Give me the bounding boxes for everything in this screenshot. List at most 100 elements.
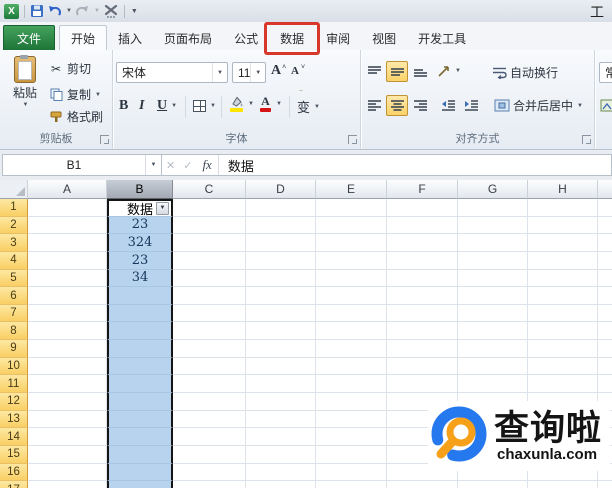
row-header-5[interactable]: 5 [0,269,28,288]
align-bottom-button[interactable] [409,61,431,82]
cell-A11[interactable] [28,375,107,394]
cell-F8[interactable] [387,322,458,341]
cell-A8[interactable] [28,322,107,341]
redo-icon[interactable] [75,2,90,20]
cell-D2[interactable] [246,216,316,235]
formula-input-area[interactable]: ✕ ✓ fx 数据 [162,154,612,176]
number-format-select[interactable]: 常 [599,62,612,83]
cell-A15[interactable] [28,445,107,464]
cell-D17[interactable] [246,481,316,488]
cell-H2[interactable] [528,216,598,235]
column-header-B[interactable]: B [107,180,173,199]
cell-H6[interactable] [528,287,598,305]
tab-review[interactable]: 审阅 [315,27,361,50]
cell-F3[interactable] [387,234,458,252]
cell-B4[interactable]: 23 [107,251,173,270]
cell-H9[interactable] [528,340,598,358]
cell-E12[interactable] [316,393,387,411]
row-header-2[interactable]: 2 [0,216,28,235]
column-header-partial[interactable] [598,180,612,199]
decrease-indent-button[interactable] [437,95,459,116]
cell-A16[interactable] [28,463,107,482]
cell-D10[interactable] [246,357,316,376]
cell-A6[interactable] [28,287,107,305]
cell-D6[interactable] [246,287,316,305]
insert-function-icon[interactable]: fx [196,157,217,173]
orientation-button[interactable]: ▼ [437,64,461,78]
cell-C9[interactable] [173,340,246,358]
cell-A3[interactable] [28,234,107,252]
cell-filler-6[interactable] [598,287,612,305]
column-header-E[interactable]: E [316,180,387,199]
increase-indent-button[interactable] [460,95,482,116]
cell-E16[interactable] [316,463,387,482]
undo-dropdown-icon[interactable]: ▼ [66,8,72,14]
copy-button[interactable]: 复制 ▼ [48,86,101,103]
cell-D3[interactable] [246,234,316,252]
cell-filler-4[interactable] [598,252,612,270]
tab-home[interactable]: 开始 [59,25,108,51]
cell-F1[interactable] [387,199,458,217]
cell-A7[interactable] [28,304,107,323]
cell-E15[interactable] [316,445,387,464]
cell-C10[interactable] [173,357,246,376]
row-header-13[interactable]: 13 [0,410,28,429]
cell-A9[interactable] [28,340,107,358]
tab-view[interactable]: 视图 [361,27,407,50]
font-size-select[interactable]: 11 ▼ [232,62,266,83]
cell-C13[interactable] [173,410,246,429]
tools-icon[interactable] [103,2,119,20]
cell-G2[interactable] [458,216,528,235]
cell-filler-2[interactable] [598,217,612,235]
cell-D15[interactable] [246,445,316,464]
cell-C15[interactable] [173,445,246,464]
tab-file[interactable]: 文件 [3,25,56,50]
format-painter-button[interactable]: 格式刷 [48,108,103,125]
cell-G4[interactable] [458,251,528,270]
align-right-button[interactable] [409,95,431,116]
cell-D12[interactable] [246,393,316,411]
cell-C12[interactable] [173,393,246,411]
row-header-16[interactable]: 16 [0,463,28,482]
align-middle-button[interactable] [386,61,408,82]
cell-G3[interactable] [458,234,528,252]
cell-A5[interactable] [28,269,107,288]
cell-H8[interactable] [528,322,598,341]
cell-B7[interactable] [107,304,173,323]
wrap-text-button[interactable]: 自动换行 [491,64,558,81]
row-header-3[interactable]: 3 [0,234,28,252]
cell-E14[interactable] [316,428,387,446]
cell-E5[interactable] [316,269,387,288]
borders-button[interactable]: ▼ [193,100,216,112]
cell-C16[interactable] [173,463,246,482]
cell-G9[interactable] [458,340,528,358]
cell-filler-17[interactable] [598,481,612,488]
cell-F9[interactable] [387,340,458,358]
cell-E10[interactable] [316,357,387,376]
cell-F5[interactable] [387,269,458,288]
cell-filler-11[interactable] [598,375,612,394]
cell-A12[interactable] [28,393,107,411]
cell-B11[interactable] [107,375,173,394]
row-header-11[interactable]: 11 [0,375,28,394]
align-left-button[interactable] [363,95,385,116]
cell-D9[interactable] [246,340,316,358]
cell-F7[interactable] [387,304,458,323]
column-header-G[interactable]: G [458,180,528,199]
cell-B5[interactable]: 34 [107,269,173,288]
cell-H1[interactable] [528,199,598,217]
cut-button[interactable]: ✂ 剪切 [48,60,91,77]
cell-H10[interactable] [528,357,598,376]
phonetic-guide-button[interactable]: 变 ˊˋ ▼ [297,91,320,116]
align-center-button[interactable] [386,95,408,116]
cell-C7[interactable] [173,304,246,323]
filter-dropdown-button[interactable]: ▼ [156,201,169,215]
font-color-button[interactable]: A ▼ [259,95,282,112]
undo-icon[interactable] [47,2,62,20]
row-header-10[interactable]: 10 [0,357,28,376]
cell-G6[interactable] [458,287,528,305]
cell-B16[interactable] [107,463,173,482]
cell-B14[interactable] [107,428,173,446]
tab-data[interactable]: 数据 [269,27,315,50]
cell-G5[interactable] [458,269,528,288]
